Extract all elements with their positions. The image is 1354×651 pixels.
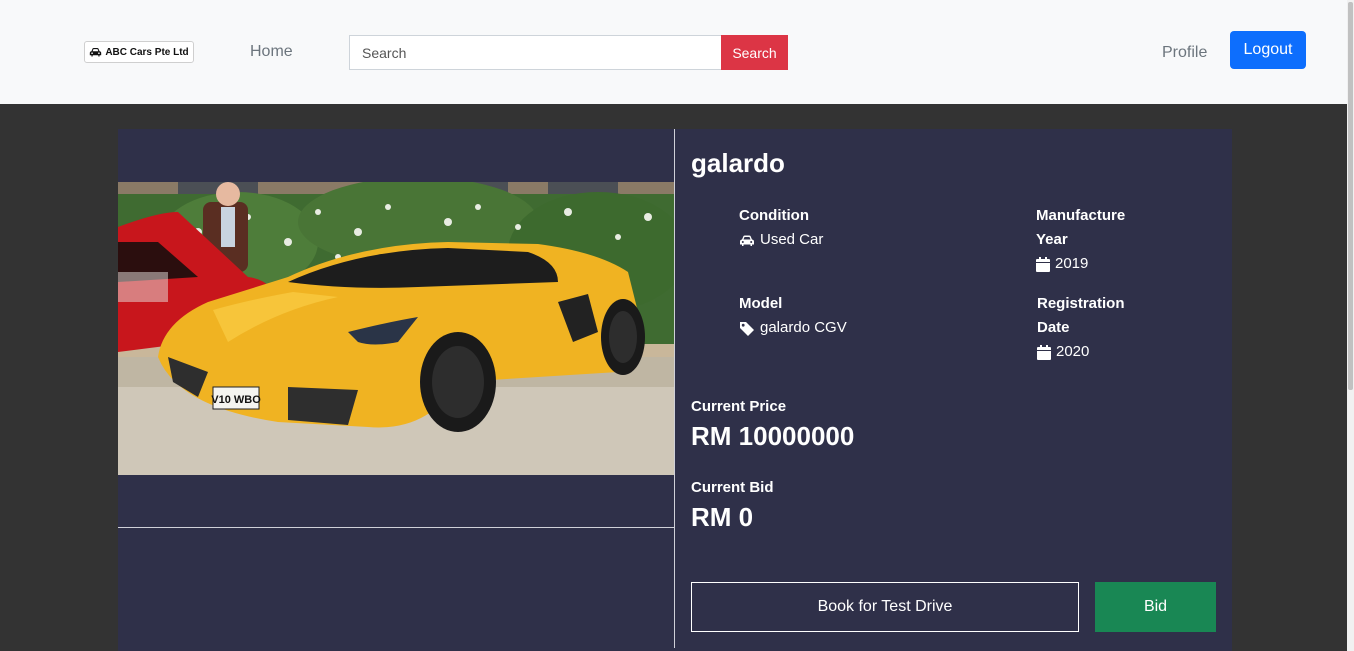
car-icon	[740, 235, 754, 246]
book-test-drive-button[interactable]: Book for Test Drive	[691, 582, 1079, 632]
navbar: ABC Cars Pte Ltd Home Search Profile Log…	[0, 0, 1354, 104]
car-image: V10 WBO	[118, 182, 674, 475]
spec-manufacture-year-label: Manufacture Year	[1036, 207, 1126, 248]
spec-condition: Condition Used Car	[739, 204, 823, 252]
spec-registration-date-label: Registration Date	[1037, 295, 1125, 336]
card-divider-vertical	[674, 129, 675, 648]
logout-button[interactable]: Logout	[1230, 31, 1306, 69]
tag-icon	[740, 321, 754, 336]
search-input[interactable]	[349, 35, 721, 70]
spec-registration-date-value: 2020	[1056, 343, 1090, 360]
spec-model: Model galardo CGV	[739, 292, 847, 340]
spec-condition-label: Condition	[739, 207, 809, 224]
calendar-icon	[1036, 256, 1050, 272]
car-icon	[90, 47, 102, 57]
current-bid-value: RM 0	[691, 502, 754, 532]
card-divider-horizontal	[118, 527, 674, 528]
spec-model-label: Model	[739, 295, 783, 312]
brand-logo[interactable]: ABC Cars Pte Ltd	[84, 41, 194, 63]
search-form: Search	[349, 35, 788, 70]
spec-model-value: galardo CGV	[760, 319, 847, 336]
calendar-icon	[1037, 344, 1051, 360]
bid-button[interactable]: Bid	[1095, 582, 1216, 632]
car-title: galardo	[691, 148, 785, 178]
current-price-label: Current Price	[691, 398, 787, 415]
spec-manufacture-year-value: 2019	[1055, 255, 1089, 272]
svg-text:V10 WBO: V10 WBO	[211, 394, 261, 406]
spec-registration-date: Registration Date 2020	[1037, 292, 1147, 364]
brand-name: ABC Cars Pte Ltd	[105, 46, 189, 58]
current-bid-label: Current Bid	[691, 479, 774, 496]
nav-home-link[interactable]: Home	[250, 43, 293, 61]
scrollbar-thumb[interactable]	[1348, 2, 1353, 390]
current-price-value: RM 10000000	[691, 421, 855, 451]
spec-condition-value: Used Car	[760, 231, 824, 248]
nav-profile-link[interactable]: Profile	[1162, 44, 1207, 62]
spec-manufacture-year: Manufacture Year 2019	[1036, 204, 1146, 276]
search-button[interactable]: Search	[721, 35, 788, 70]
